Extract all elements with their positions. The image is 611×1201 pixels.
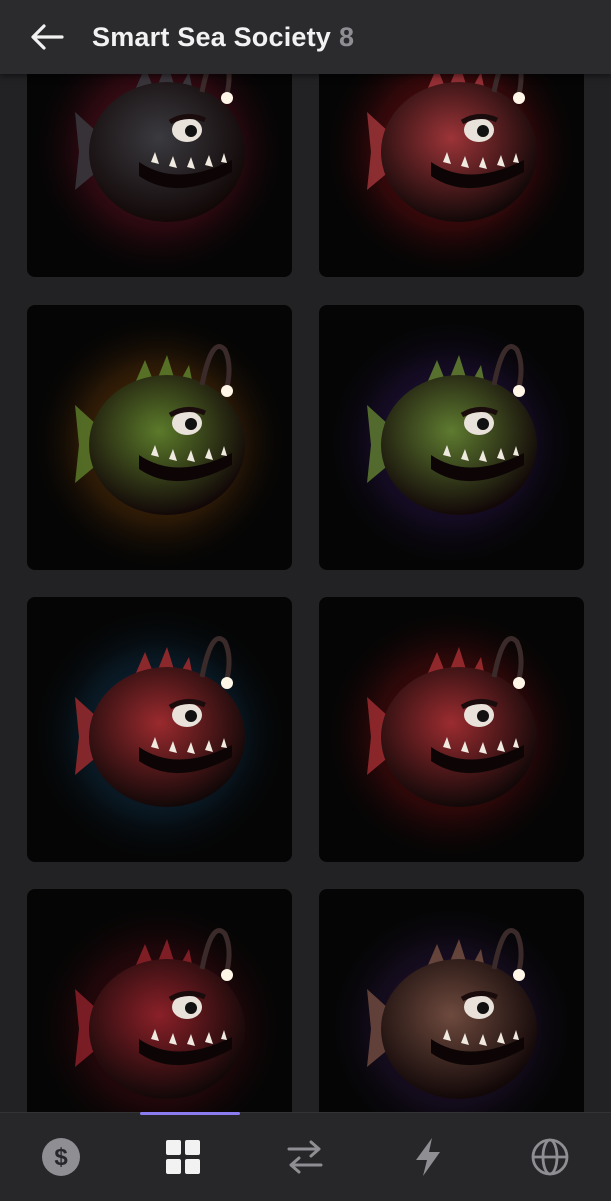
collection-title: Smart Sea Society: [92, 21, 332, 52]
bottom-navigation: $: [0, 1112, 611, 1201]
nft-card[interactable]: [27, 597, 292, 862]
nft-image: [27, 74, 292, 277]
nav-collectibles[interactable]: [153, 1127, 213, 1187]
dollar-icon: $: [42, 1138, 81, 1176]
nft-card[interactable]: [319, 74, 584, 277]
nav-activity[interactable]: [398, 1127, 458, 1187]
grid-icon: [166, 1140, 201, 1174]
nft-image: [319, 74, 584, 277]
nft-image: [27, 889, 292, 1112]
active-tab-indicator: [140, 1112, 240, 1115]
nft-card[interactable]: [27, 305, 292, 570]
nft-image: [319, 597, 584, 862]
nft-card[interactable]: [319, 305, 584, 570]
nft-image: [27, 305, 292, 570]
nav-wallet[interactable]: $: [31, 1127, 91, 1187]
nft-card[interactable]: [319, 889, 584, 1112]
nft-card[interactable]: [27, 889, 292, 1112]
top-app-bar: Smart Sea Society 8: [0, 0, 611, 74]
globe-icon: [531, 1138, 569, 1176]
arrow-left-icon: [31, 24, 64, 50]
nav-browser[interactable]: [520, 1127, 580, 1187]
back-button[interactable]: [24, 14, 70, 60]
swap-arrows-icon: [287, 1140, 323, 1174]
item-count: 8: [339, 21, 355, 52]
lightning-icon: [415, 1138, 440, 1176]
nft-card[interactable]: [319, 597, 584, 862]
nft-image: [27, 597, 292, 862]
nav-swap[interactable]: [275, 1127, 335, 1187]
nft-grid: [0, 74, 611, 1112]
nft-image: [319, 305, 584, 570]
nft-card[interactable]: [27, 74, 292, 277]
nft-image: [319, 889, 584, 1112]
svg-text:$: $: [54, 1144, 68, 1171]
